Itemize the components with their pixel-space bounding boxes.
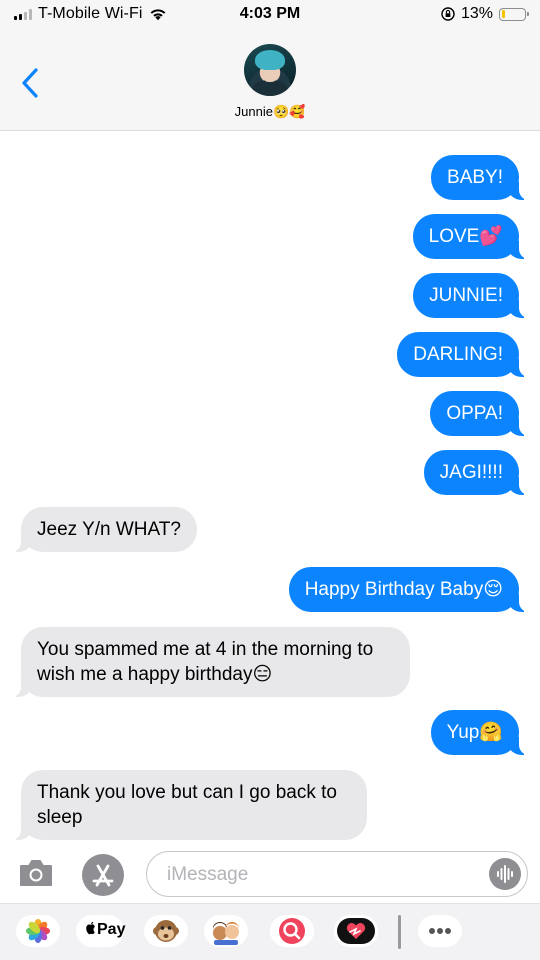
sent-message[interactable]: BABY! bbox=[431, 155, 529, 200]
message-text: Thank you love but can I go back to slee… bbox=[37, 782, 337, 828]
sent-message[interactable]: LOVE💕 bbox=[412, 214, 530, 259]
digital-touch-icon bbox=[337, 918, 375, 944]
sent-message[interactable]: Happy Birthday Baby😌 bbox=[288, 567, 530, 612]
received-message[interactable]: You spammed me at 4 in the morning to wi… bbox=[11, 627, 410, 697]
contact-avatar[interactable] bbox=[244, 44, 296, 96]
back-chevron-icon[interactable] bbox=[18, 66, 42, 100]
more-icon bbox=[429, 928, 451, 934]
sent-message[interactable]: JUNNIE! bbox=[413, 273, 529, 318]
photos-app-button[interactable] bbox=[16, 915, 60, 947]
message-input[interactable] bbox=[167, 862, 467, 888]
sent-message[interactable]: JAGI!!!! bbox=[423, 450, 530, 495]
message-text: LOVE💕 bbox=[428, 226, 503, 247]
audio-message-button[interactable] bbox=[489, 858, 521, 890]
drawer-divider bbox=[398, 915, 401, 949]
status-right: 13% bbox=[441, 5, 529, 23]
orientation-lock-icon bbox=[441, 7, 455, 21]
image-search-button[interactable] bbox=[270, 915, 314, 947]
imessage-app-drawer: Pay bbox=[0, 903, 540, 960]
message-text: JAGI!!!! bbox=[439, 462, 503, 483]
photos-icon bbox=[26, 919, 50, 943]
app-store-icon bbox=[92, 864, 114, 887]
sent-message[interactable]: Yup🤗 bbox=[430, 710, 530, 755]
image-search-icon bbox=[279, 918, 305, 944]
message-text: BABY! bbox=[447, 167, 503, 188]
message-text: JUNNIE! bbox=[429, 285, 503, 306]
sent-message[interactable]: DARLING! bbox=[397, 332, 529, 377]
memoji-stickers-button[interactable] bbox=[204, 915, 248, 947]
message-text: DARLING! bbox=[413, 344, 503, 365]
message-text: You spammed me at 4 in the morning to wi… bbox=[37, 639, 374, 685]
contact-name[interactable]: Junnie🥺🥰 bbox=[0, 104, 540, 120]
compose-bar bbox=[0, 845, 540, 903]
apple-pay-label: Pay bbox=[97, 921, 126, 938]
message-field[interactable] bbox=[146, 851, 528, 897]
message-text: Yup🤗 bbox=[446, 722, 503, 743]
message-text: Happy Birthday Baby😌 bbox=[304, 579, 503, 600]
conversation-header: T-Mobile Wi-Fi 4:03 PM 13% Junnie🥺🥰 bbox=[0, 0, 540, 131]
message-thread[interactable]: BABY! LOVE💕 JUNNIE! DARLING! OPPA! JAGI!… bbox=[0, 131, 540, 845]
animoji-button[interactable] bbox=[144, 915, 188, 947]
more-apps-button[interactable] bbox=[418, 915, 462, 947]
sent-message[interactable]: OPPA! bbox=[430, 391, 529, 436]
received-message[interactable]: Thank you love but can I go back to slee… bbox=[11, 770, 367, 840]
digital-touch-button[interactable] bbox=[334, 915, 378, 947]
memoji-icon bbox=[213, 922, 239, 945]
message-text: Jeez Y/n WHAT? bbox=[37, 519, 181, 540]
audio-waveform-icon bbox=[497, 865, 513, 883]
status-bar: T-Mobile Wi-Fi 4:03 PM 13% bbox=[0, 0, 540, 30]
camera-icon[interactable] bbox=[18, 858, 54, 888]
message-text: OPPA! bbox=[446, 403, 503, 424]
battery-percentage: 13% bbox=[460, 5, 493, 22]
received-message[interactable]: Jeez Y/n WHAT? bbox=[11, 507, 197, 552]
app-store-button[interactable] bbox=[82, 854, 124, 896]
animoji-icon bbox=[153, 920, 179, 942]
apple-pay-button[interactable]: Pay bbox=[76, 915, 126, 947]
battery-icon bbox=[499, 7, 529, 21]
